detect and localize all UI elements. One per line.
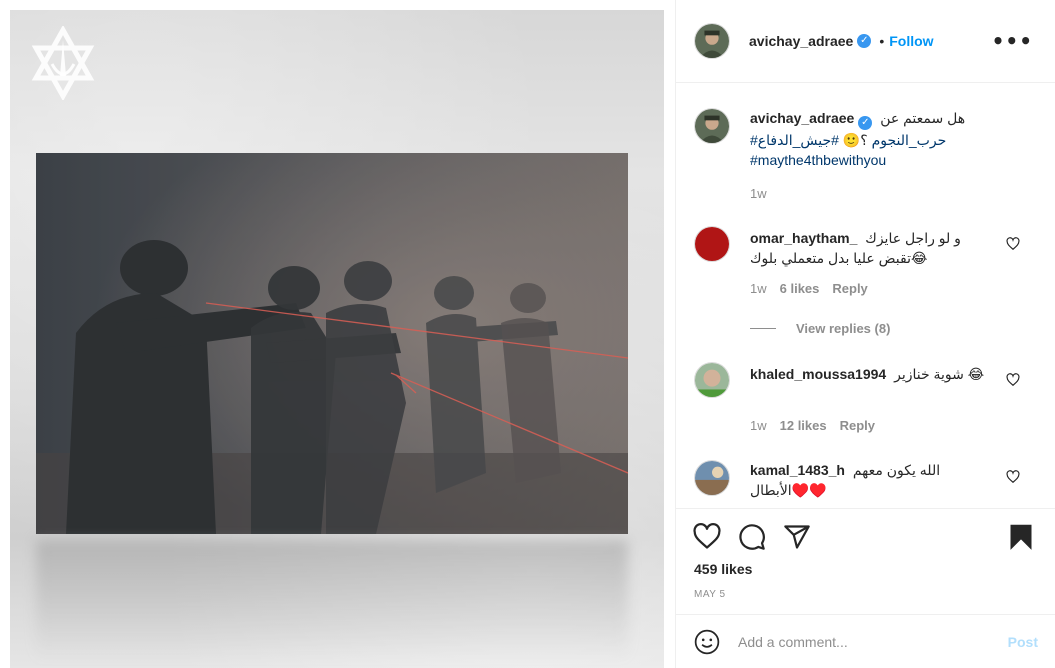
post-image[interactable] xyxy=(10,10,664,668)
commenter-avatar[interactable] xyxy=(694,362,730,398)
verified-icon: ✓ xyxy=(857,34,872,48)
view-replies-label: View replies (8) xyxy=(796,321,891,336)
follow-button[interactable]: Follow xyxy=(889,33,933,49)
caption-time[interactable]: 1w xyxy=(750,186,767,201)
heart-icon[interactable] xyxy=(1006,470,1020,484)
comment-time[interactable]: 1w xyxy=(750,281,767,296)
commenter-avatar[interactable] xyxy=(694,226,730,262)
caption-avatar[interactable] xyxy=(694,108,730,144)
soldiers-photo xyxy=(36,153,628,534)
comment-icon[interactable] xyxy=(738,523,766,551)
reply-button[interactable]: Reply xyxy=(840,418,875,433)
like-icon[interactable] xyxy=(693,523,721,551)
post-header: avichay_adraee ✓ • Follow ••• xyxy=(676,0,1055,83)
comment-text: شوية خنازير 😂 xyxy=(894,366,985,382)
comment-username[interactable]: khaled_moussa1994 xyxy=(750,366,886,382)
comment-likes[interactable]: 12 likes xyxy=(780,418,827,433)
verified-icon: ✓ xyxy=(858,116,873,130)
reply-button[interactable]: Reply xyxy=(832,281,867,296)
comment-body: khaled_moussa1994 شوية خنازير 😂 xyxy=(750,364,995,384)
comment-username[interactable]: omar_haytham_ xyxy=(750,230,857,246)
post-date[interactable]: MAY 5 xyxy=(694,589,726,600)
post-side-panel: avichay_adraee ✓ • Follow ••• avichay_ad… xyxy=(675,0,1055,668)
caption-meta: 1w xyxy=(750,186,767,201)
comment-item: khaled_moussa1994 شوية خنازير 😂 1w 12 li… xyxy=(694,362,1044,442)
comment-input[interactable] xyxy=(738,633,988,650)
heart-icon[interactable] xyxy=(1006,373,1020,387)
caption-text-mid: ؟🙂 xyxy=(842,132,868,148)
view-replies-line xyxy=(750,328,776,329)
comment-username[interactable]: kamal_1483_h xyxy=(750,462,845,478)
comment-meta: 1w 6 likes Reply xyxy=(750,281,868,296)
comment-time[interactable]: 1w xyxy=(750,418,767,433)
view-replies-button[interactable]: View replies (8) xyxy=(750,321,890,336)
comment-item: omar_haytham_ و لو راجل عايزك تقبض عليا … xyxy=(694,226,1044,336)
idf-logo xyxy=(31,26,95,100)
hashtag-link[interactable]: #جيش_الدفاع xyxy=(758,132,839,148)
comment-body: kamal_1483_h الله يكون معهم الأبطال♥️♥️ xyxy=(750,460,995,500)
author-avatar[interactable] xyxy=(694,23,730,59)
comment-item: kamal_1483_h الله يكون معهم الأبطال♥️♥️ xyxy=(694,460,1044,508)
comment-likes[interactable]: 6 likes xyxy=(780,281,820,296)
header-separator-dot: • xyxy=(879,33,885,49)
comment-body: omar_haytham_ و لو راجل عايزك تقبض عليا … xyxy=(750,228,995,268)
post-comment-button[interactable]: Post xyxy=(1008,634,1038,650)
emoji-icon[interactable] xyxy=(694,629,720,655)
photo-reflection xyxy=(36,540,628,660)
heart-icon[interactable] xyxy=(1006,237,1020,251)
caption: avichay_adraee ✓ هل سمعتم عن #حرب_النجوم … xyxy=(694,108,1044,208)
caption-username[interactable]: avichay_adraee xyxy=(750,110,854,126)
caption-body: avichay_adraee ✓ هل سمعتم عن #حرب_النجوم … xyxy=(750,108,995,170)
more-options-icon[interactable]: ••• xyxy=(992,31,1033,51)
comment-meta: 1w 12 likes Reply xyxy=(750,418,875,433)
post-image-pane[interactable] xyxy=(0,0,675,668)
save-icon[interactable] xyxy=(1007,523,1035,551)
comments-list[interactable]: avichay_adraee ✓ هل سمعتم عن #حرب_النجوم … xyxy=(676,84,1055,508)
add-comment-bar: Post xyxy=(676,614,1055,668)
hashtag-link[interactable]: #maythe4thbewithyou xyxy=(750,152,886,168)
caption-text: هل سمعتم عن xyxy=(880,110,966,126)
share-icon[interactable] xyxy=(783,523,811,551)
commenter-avatar[interactable] xyxy=(694,460,730,496)
author-username[interactable]: avichay_adraee xyxy=(749,33,853,49)
post-actions: 459 likes MAY 5 xyxy=(676,508,1055,614)
likes-count[interactable]: 459 likes xyxy=(694,561,752,577)
